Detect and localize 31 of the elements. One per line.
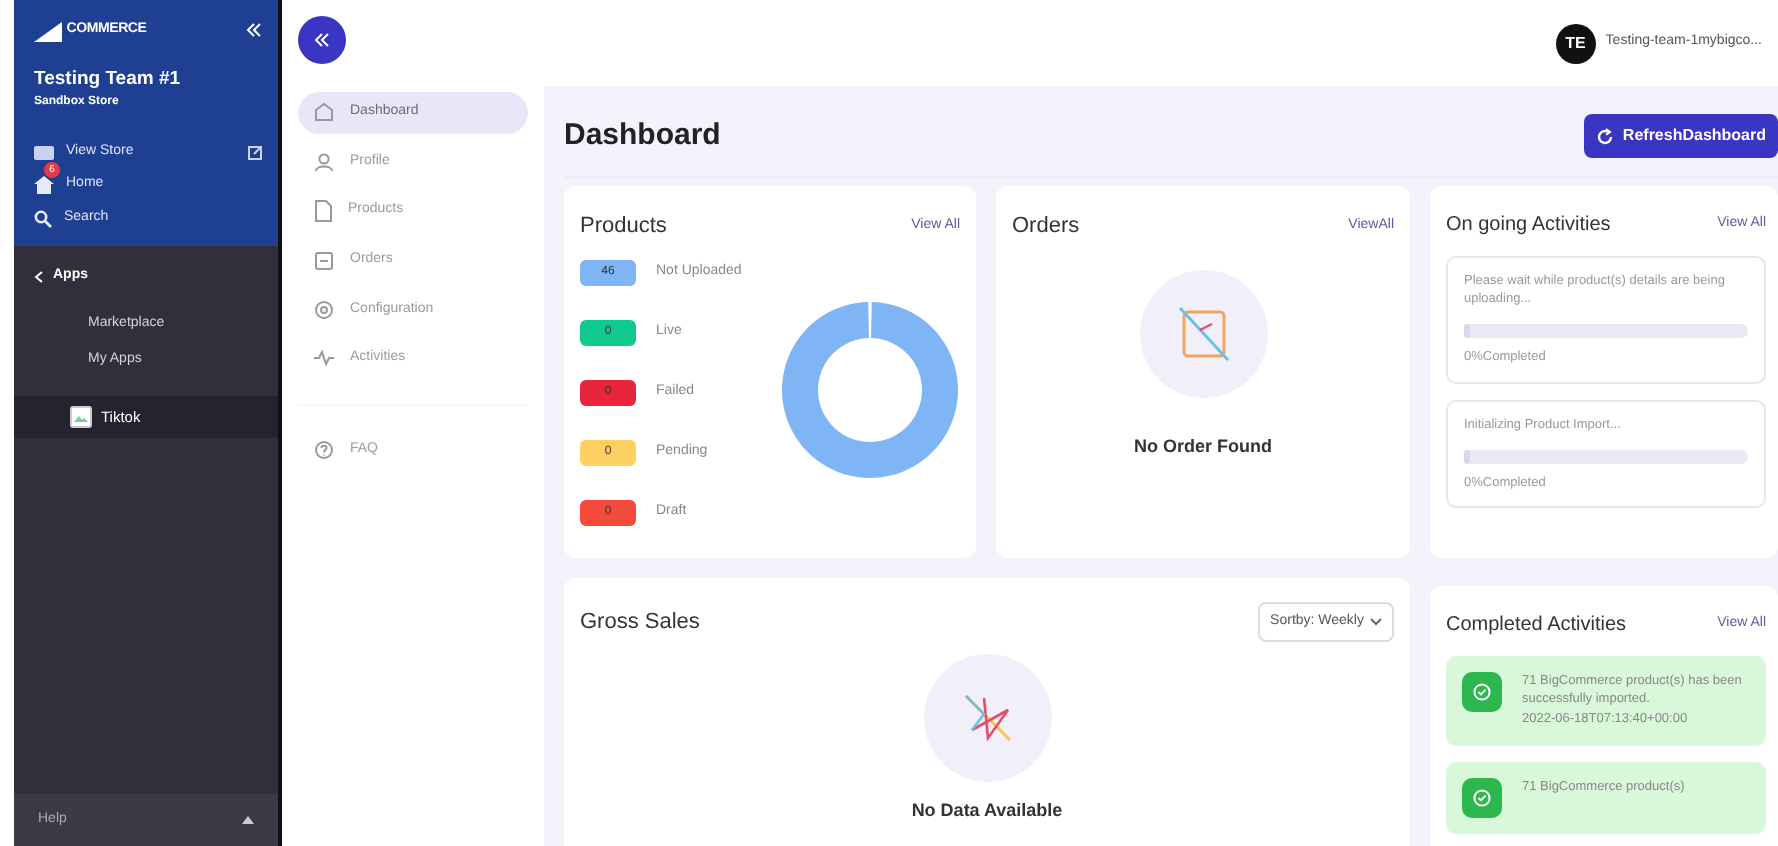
card-title: Orders bbox=[1012, 211, 1080, 241]
caret-icon bbox=[242, 815, 254, 824]
user-icon bbox=[314, 151, 334, 172]
refresh-icon bbox=[1596, 127, 1615, 146]
collapse-icon bbox=[314, 32, 330, 48]
external-link-icon bbox=[248, 145, 262, 159]
collapse-button[interactable] bbox=[298, 16, 346, 64]
search-icon bbox=[34, 209, 52, 227]
card-title: Completed Activities bbox=[1446, 611, 1627, 639]
activity-icon bbox=[314, 350, 334, 367]
chevron-icon bbox=[1370, 617, 1382, 626]
card-title: Products bbox=[580, 211, 667, 241]
collapse-icon[interactable] bbox=[246, 22, 262, 39]
home-icon bbox=[314, 102, 334, 123]
user-avatar[interactable]: TE bbox=[1555, 23, 1596, 63]
empty-message: No Order Found bbox=[1134, 434, 1272, 460]
back-icon[interactable] bbox=[34, 270, 44, 284]
home-icon bbox=[34, 176, 54, 194]
store-name: Testing Team #1 bbox=[34, 65, 183, 93]
card-title: On going Activities bbox=[1446, 211, 1611, 239]
empty-message: No Data Available bbox=[911, 798, 1063, 824]
help-icon bbox=[314, 439, 334, 460]
page-title: Dashboard bbox=[564, 116, 721, 156]
store-icon bbox=[34, 144, 54, 160]
check-icon bbox=[1472, 681, 1492, 701]
image-icon bbox=[70, 405, 92, 428]
refresh-dashboard-button[interactable]: RefreshDashboard bbox=[1584, 114, 1778, 159]
file-icon bbox=[314, 200, 332, 222]
card-title: Gross Sales bbox=[580, 607, 700, 637]
logo-icon bbox=[34, 21, 62, 41]
check-icon bbox=[1472, 787, 1492, 808]
